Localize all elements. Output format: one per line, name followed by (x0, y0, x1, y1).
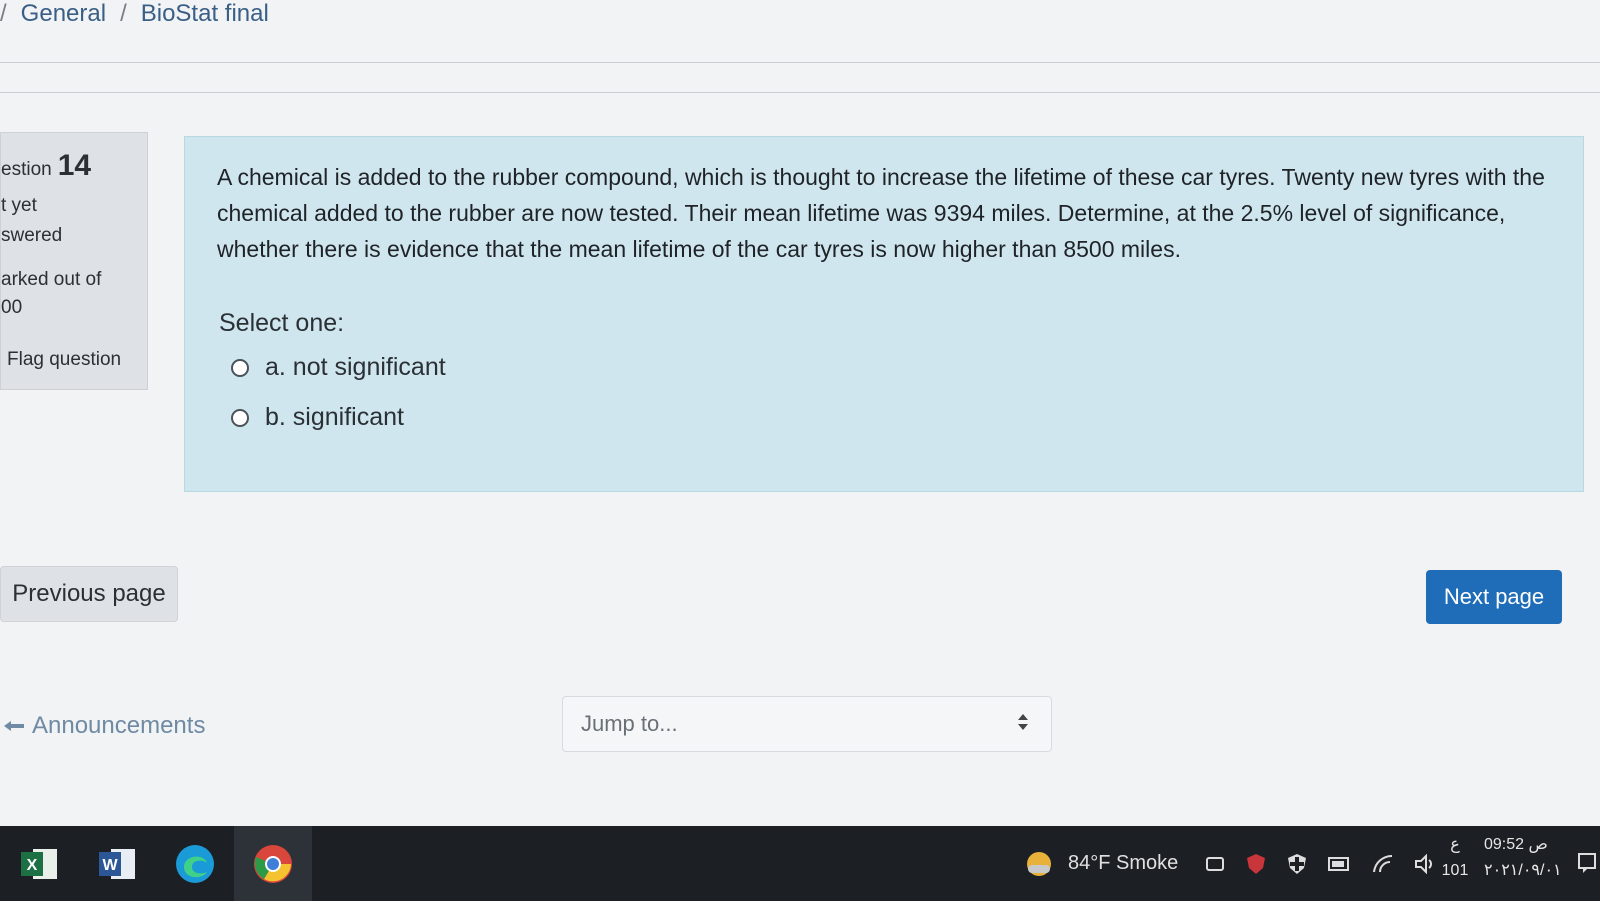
select-arrows-icon (1018, 714, 1028, 730)
breadcrumb: / General / BioStat final (0, 0, 269, 34)
breadcrumb-item-general[interactable]: General (21, 0, 106, 28)
next-page-button[interactable]: Next page (1426, 570, 1562, 624)
question-info-panel: estion 14 t yet swered arked out of 00 Fl… (0, 132, 148, 390)
jump-to-placeholder: Jump to... (581, 711, 678, 736)
input-method-lang: ع (1450, 836, 1460, 853)
taskbar-word[interactable]: W (78, 826, 156, 901)
taskbar-excel[interactable]: X (0, 826, 78, 901)
announcements-link[interactable]: Announcements (4, 712, 205, 740)
question-marks-line2: 00 (1, 297, 23, 318)
radio-button-b[interactable] (231, 408, 249, 427)
chrome-icon (254, 844, 292, 883)
flag-question-link[interactable]: Flag question (7, 349, 121, 371)
previous-page-button[interactable]: Previous page (0, 566, 178, 622)
breadcrumb-item-biostat-final[interactable]: BioStat final (141, 0, 269, 28)
breadcrumb-separator: / (0, 0, 7, 27)
question-marks-line1: arked out of (1, 269, 102, 290)
question-number-value: 14 (57, 149, 92, 182)
arrow-left-icon (4, 721, 24, 731)
taskbar-edge[interactable] (156, 826, 234, 901)
onedrive-icon[interactable] (1204, 853, 1226, 875)
weather-text: 84°F Smoke (1068, 852, 1179, 874)
answer-option-b-label[interactable]: b. significant (265, 403, 404, 432)
breadcrumb-separator: / (120, 0, 127, 27)
excel-icon: X (21, 848, 57, 879)
edge-icon (176, 844, 214, 883)
weather-sun-icon (1027, 851, 1051, 876)
question-text: A chemical is added to the rubber compou… (217, 164, 1545, 262)
taskbar-chrome[interactable] (234, 826, 312, 901)
word-icon: W (99, 848, 135, 879)
header-divider (0, 62, 1600, 63)
clock-date: ٢٠٢١/٠٩/٠١ (1484, 862, 1562, 879)
system-tray-icons (1204, 826, 1436, 901)
question-state-line1: t yet (1, 195, 37, 216)
weather-widget[interactable]: 84°F Smoke (1024, 826, 1178, 901)
header-divider-secondary (0, 92, 1600, 93)
security-shield-icon[interactable] (1246, 853, 1266, 875)
battery-icon[interactable] (1328, 856, 1352, 872)
input-method-indicator[interactable]: ع 101 (1437, 832, 1473, 884)
svg-text:X: X (27, 857, 38, 874)
svg-text:W: W (102, 857, 118, 874)
volume-icon[interactable] (1414, 853, 1436, 874)
question-label: estion (1, 159, 52, 180)
answer-option-a-label[interactable]: a. not significant (265, 353, 446, 382)
question-state-line2: swered (1, 225, 63, 246)
windows-taskbar: X W 84°F Smoke ع 101 09:52 ص ٢٠٢١/٠٩/٠١ (0, 826, 1600, 901)
select-one-label: Select one: (219, 309, 345, 337)
defender-icon[interactable] (1286, 853, 1308, 875)
question-content-panel: A chemical is added to the rubber compou… (184, 136, 1584, 492)
answer-option-b[interactable]: b. significant (231, 403, 404, 432)
radio-button-a[interactable] (231, 358, 249, 377)
notification-icon[interactable] (1578, 852, 1596, 874)
wifi-icon[interactable] (1372, 854, 1394, 874)
input-method-code: 101 (1441, 862, 1469, 879)
clock[interactable]: 09:52 ص ٢٠٢١/٠٩/٠١ (1484, 832, 1574, 884)
answer-option-a[interactable]: a. not significant (231, 353, 446, 382)
flag-question-label: Flag question (7, 349, 122, 370)
clock-time: 09:52 ص (1484, 836, 1548, 853)
jump-to-select[interactable]: Jump to... (562, 696, 1052, 752)
announcements-label[interactable]: Announcements (32, 712, 205, 740)
question-number: estion 14 (1, 149, 91, 183)
